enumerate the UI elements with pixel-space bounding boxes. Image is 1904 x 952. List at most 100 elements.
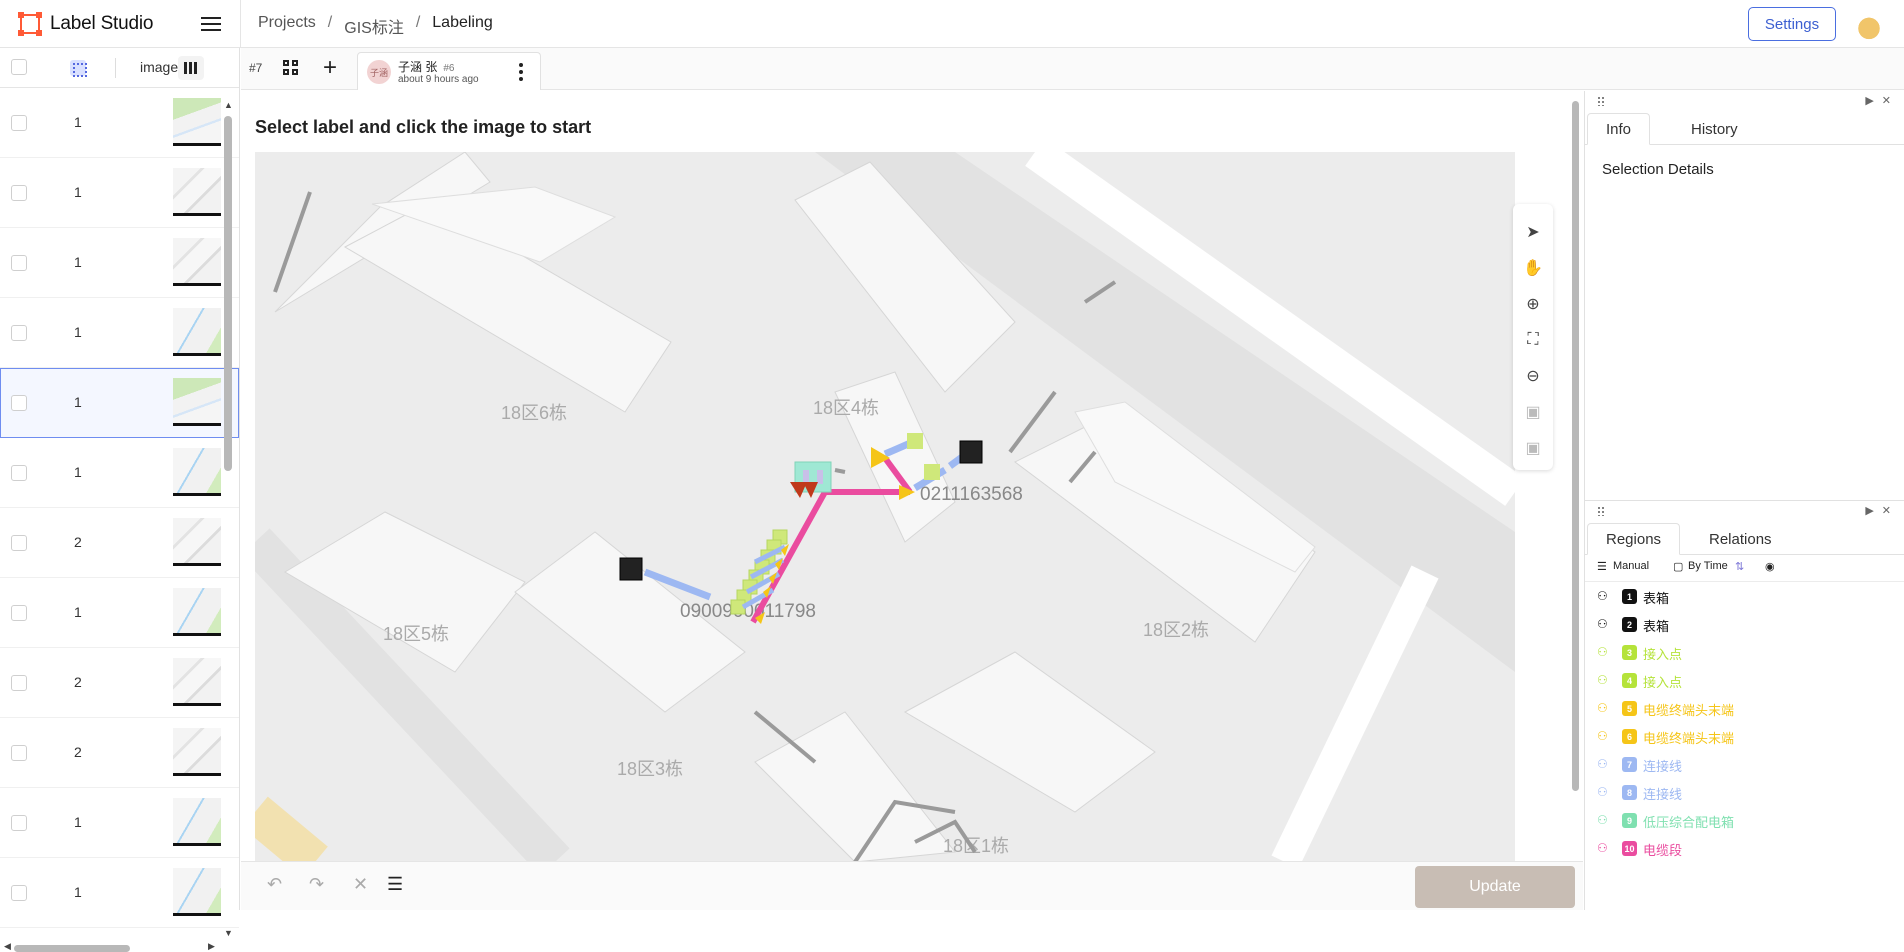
breadcrumb-projects[interactable]: Projects xyxy=(258,14,316,38)
row-checkbox[interactable] xyxy=(11,395,27,411)
drag-handle-icon[interactable] xyxy=(1597,96,1605,106)
settings-sliders-icon[interactable]: ☰ xyxy=(387,874,403,895)
table-row[interactable]: 2 xyxy=(0,508,239,578)
user-avatar[interactable] xyxy=(1852,8,1886,42)
table-row[interactable]: 2 xyxy=(0,648,239,718)
annotator-avatar: 子涵 xyxy=(367,60,391,84)
sort-by-time[interactable]: By Time xyxy=(1688,560,1728,572)
table-row[interactable]: 1 xyxy=(0,788,239,858)
app-logo[interactable]: Label Studio xyxy=(18,12,153,36)
tab-history[interactable]: History xyxy=(1673,113,1756,145)
row-checkbox[interactable] xyxy=(11,605,27,621)
visibility-icon[interactable]: ◉ xyxy=(1765,560,1775,573)
add-annotation-icon[interactable]: + xyxy=(323,54,337,82)
tab-regions[interactable]: Regions xyxy=(1587,523,1681,555)
annotation-tab[interactable]: 子涵 子涵 张 #6 about 9 hours ago xyxy=(357,52,541,90)
region-item[interactable]: ⚇ 3 接入点 xyxy=(1585,638,1904,666)
row-checkbox[interactable] xyxy=(11,325,27,341)
region-item[interactable]: ⚇ 9 低压综合配电箱 xyxy=(1585,806,1904,834)
row-checkbox[interactable] xyxy=(11,535,27,551)
table-row[interactable]: 1 xyxy=(0,578,239,648)
image-thumbnail[interactable] xyxy=(173,238,221,286)
region-item[interactable]: ⚇ 1 表箱 xyxy=(1585,582,1904,610)
zoom-out-icon[interactable]: ⊖ xyxy=(1521,364,1545,388)
zoom-in-icon[interactable]: ⊕ xyxy=(1521,292,1545,316)
image-thumbnail[interactable] xyxy=(173,868,221,916)
image-column-header[interactable]: image xyxy=(140,59,178,75)
row-checkbox[interactable] xyxy=(11,745,27,761)
rotate-left-icon[interactable]: ▣ xyxy=(1521,400,1545,424)
region-item[interactable]: ⚇ 4 接入点 xyxy=(1585,666,1904,694)
redo-icon[interactable]: ↷ xyxy=(309,874,324,895)
settings-button[interactable]: Settings xyxy=(1748,7,1836,41)
pan-tool-icon[interactable]: ✋ xyxy=(1521,256,1545,280)
row-checkbox[interactable] xyxy=(11,115,27,131)
image-thumbnail[interactable] xyxy=(173,378,221,426)
table-horizontal-scrollbar[interactable] xyxy=(14,945,130,952)
table-row[interactable]: 1 xyxy=(0,438,239,508)
region-item[interactable]: ⚇ 6 电缆终端头末端 xyxy=(1585,722,1904,750)
sort-manual[interactable]: Manual xyxy=(1613,560,1649,572)
image-thumbnail[interactable] xyxy=(173,588,221,636)
row-checkbox[interactable] xyxy=(11,815,27,831)
breadcrumb-project[interactable]: GIS标注 xyxy=(344,14,404,38)
scroll-up-icon[interactable]: ▲ xyxy=(224,100,233,110)
select-tool-icon[interactable]: ➤ xyxy=(1521,220,1545,244)
image-thumbnail[interactable] xyxy=(173,308,221,356)
image-thumbnail[interactable] xyxy=(173,798,221,846)
image-thumbnail[interactable] xyxy=(173,658,221,706)
image-thumbnail[interactable] xyxy=(173,728,221,776)
table-row[interactable]: 1 xyxy=(0,158,239,228)
image-thumbnail[interactable] xyxy=(173,168,221,216)
fit-image-icon[interactable]: ⛶ xyxy=(1521,328,1545,352)
manual-sort-icon[interactable]: ☰ xyxy=(1597,560,1607,573)
row-checkbox[interactable] xyxy=(11,465,27,481)
region-item[interactable]: ⚇ 10 电缆段 xyxy=(1585,834,1904,862)
tab-relations[interactable]: Relations xyxy=(1691,523,1790,555)
update-button[interactable]: Update xyxy=(1415,866,1575,908)
tab-info[interactable]: Info xyxy=(1587,113,1651,145)
scroll-left-icon[interactable]: ◀ xyxy=(4,941,11,952)
table-row[interactable]: 1 xyxy=(0,368,239,438)
image-thumbnail[interactable] xyxy=(173,98,221,146)
scroll-right-icon[interactable]: ▶ xyxy=(208,941,215,952)
row-checkbox[interactable] xyxy=(11,885,27,901)
region-label: 电缆终端头末端 xyxy=(1643,703,1735,718)
map-label: 18区6栋 xyxy=(501,403,567,423)
table-header: image xyxy=(0,48,239,88)
row-checkbox[interactable] xyxy=(11,675,27,691)
region-item[interactable]: ⚇ 2 表箱 xyxy=(1585,610,1904,638)
table-row[interactable]: 1 xyxy=(0,858,239,928)
rotate-right-icon[interactable]: ▣ xyxy=(1521,436,1545,460)
table-vertical-scrollbar[interactable] xyxy=(224,116,232,471)
drag-handle-icon[interactable] xyxy=(1597,506,1605,516)
table-row[interactable]: 1 xyxy=(0,298,239,368)
region-item[interactable]: ⚇ 5 电缆终端头末端 xyxy=(1585,694,1904,722)
scroll-down-icon[interactable]: ▼ xyxy=(224,928,233,938)
region-item[interactable]: ⚇ 7 连接线 xyxy=(1585,750,1904,778)
table-row[interactable]: 1 xyxy=(0,228,239,298)
select-all-checkbox[interactable] xyxy=(11,59,27,75)
sort-direction-icon[interactable]: ⇅ xyxy=(1735,560,1744,573)
image-thumbnail[interactable] xyxy=(173,448,221,496)
map-id-label: 0211163568 xyxy=(920,484,1023,505)
undo-icon[interactable]: ↶ xyxy=(267,874,282,895)
image-thumbnail[interactable] xyxy=(173,518,221,566)
columns-icon[interactable] xyxy=(178,56,204,80)
task-table: image 1 1 1 1 1 1 2 1 2 2 1 1 ▲ ▼ ◀ ▶ xyxy=(0,48,240,952)
region-index: 8 xyxy=(1622,785,1637,800)
row-checkbox[interactable] xyxy=(11,185,27,201)
main-vertical-scrollbar[interactable] xyxy=(1572,101,1579,791)
panel-controls-icon[interactable]: ▶✕ xyxy=(1865,94,1899,107)
panel-controls-icon[interactable]: ▶✕ xyxy=(1865,504,1899,517)
row-checkbox[interactable] xyxy=(11,255,27,271)
region-item[interactable]: ⚇ 8 连接线 xyxy=(1585,778,1904,806)
reset-icon[interactable]: ✕ xyxy=(353,874,368,895)
calendar-icon[interactable]: ▢ xyxy=(1673,560,1683,573)
image-canvas[interactable]: 18区6栋 18区4栋 18区5栋 18区2栋 18区3栋 18区1栋 0211… xyxy=(255,152,1515,862)
menu-icon[interactable] xyxy=(200,14,222,34)
grid-view-icon[interactable] xyxy=(283,60,299,76)
more-options-icon[interactable] xyxy=(518,61,524,83)
table-row[interactable]: 1 xyxy=(0,88,239,158)
table-row[interactable]: 2 xyxy=(0,718,239,788)
